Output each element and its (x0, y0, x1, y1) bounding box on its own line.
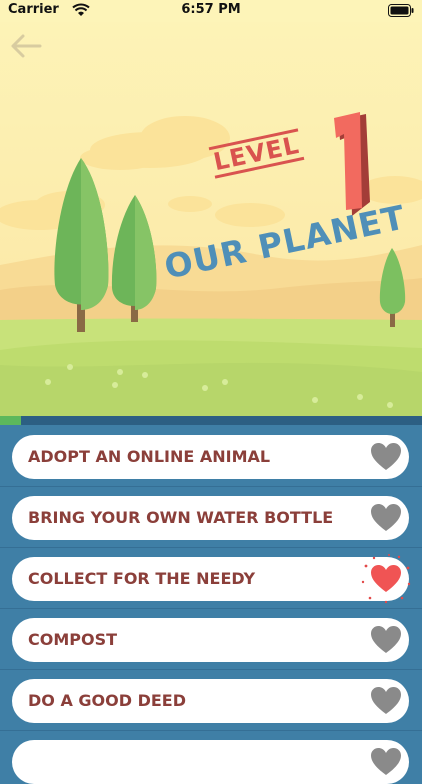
battery-icon (388, 4, 414, 17)
task-row-collect-needy[interactable]: COLLECT FOR THE NEEDY (12, 554, 411, 604)
heart-icon[interactable] (369, 440, 403, 474)
task-row-good-deed[interactable]: DO A GOOD DEED (12, 679, 409, 723)
level-progress-fill (0, 416, 22, 425)
heart-icon[interactable] (369, 623, 403, 657)
list-divider (0, 669, 422, 670)
heart-icon[interactable] (369, 745, 403, 779)
task-list: ADOPT AN ONLINE ANIMAL BRING YOUR OWN WA… (0, 425, 422, 784)
task-label: COMPOST (28, 630, 118, 649)
level-number: 1 (332, 110, 333, 111)
task-row-adopt-animal[interactable]: ADOPT AN ONLINE ANIMAL (12, 435, 409, 479)
list-divider (0, 547, 422, 548)
task-label: COLLECT FOR THE NEEDY (28, 569, 256, 588)
task-row-partial[interactable] (12, 740, 409, 784)
heart-icon[interactable] (369, 684, 403, 718)
task-label: DO A GOOD DEED (28, 691, 187, 710)
back-button[interactable] (8, 32, 44, 60)
status-bar: Carrier 6:57 PM (0, 0, 422, 22)
list-divider (0, 608, 422, 609)
back-arrow-icon (11, 34, 42, 58)
task-label: ADOPT AN ONLINE ANIMAL (28, 447, 271, 466)
list-divider (0, 730, 422, 731)
level-progress-bar (0, 416, 422, 425)
list-divider (0, 486, 422, 487)
task-label: BRING YOUR OWN WATER BOTTLE (28, 508, 334, 527)
heart-icon[interactable] (369, 501, 403, 535)
heart-liked-icon[interactable] (361, 554, 411, 604)
task-row-compost[interactable]: COMPOST (12, 618, 409, 662)
task-row-water-bottle[interactable]: BRING YOUR OWN WATER BOTTLE (12, 496, 409, 540)
clock-time: 6:57 PM (181, 2, 241, 17)
